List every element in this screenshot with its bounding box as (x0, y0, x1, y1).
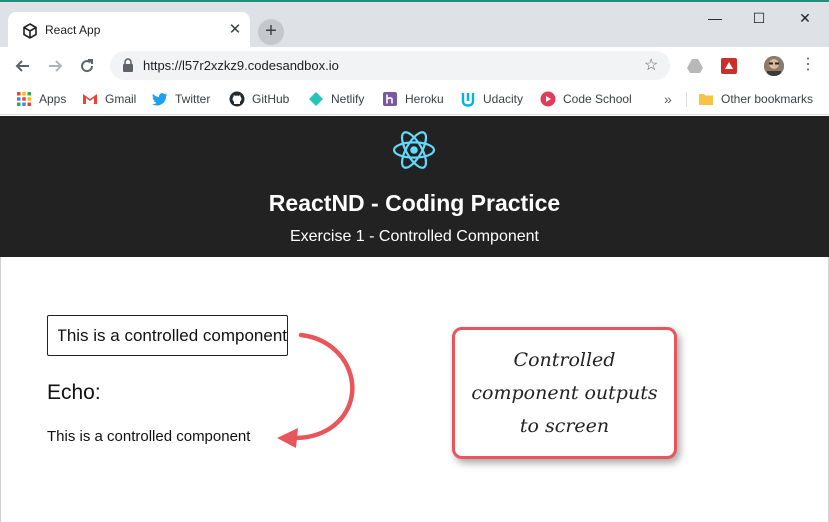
udacity-icon (461, 93, 475, 107)
bookmark-heroku[interactable]: Heroku (382, 89, 444, 109)
back-button[interactable] (10, 53, 36, 79)
address-bar[interactable]: https://l57r2xzkz9.codesandbox.io ☆ (110, 51, 670, 80)
bookmark-label: Twitter (175, 92, 211, 106)
callout-line: Controlled (513, 348, 616, 371)
bookmark-label: Apps (39, 92, 67, 106)
bookmarks-separator (686, 92, 687, 107)
app-header: ReactND - Coding Practice Exercise 1 - C… (0, 116, 829, 257)
netlify-icon (309, 92, 323, 106)
reload-button[interactable] (74, 53, 100, 79)
callout-line: to screen (519, 414, 610, 437)
annotation-callout: Controlled component outputs to screen (452, 327, 677, 459)
profile-avatar[interactable] (764, 56, 784, 76)
bookmark-gmail[interactable]: Gmail (82, 89, 136, 109)
browser-toolbar: https://l57r2xzkz9.codesandbox.io ☆ ⋮ (0, 47, 829, 84)
callout-line: component outputs (471, 381, 658, 404)
echo-output: This is a controlled component (47, 428, 251, 445)
bookmark-star-icon[interactable]: ☆ (644, 55, 658, 75)
codesandbox-icon (23, 23, 37, 39)
other-bookmarks-label: Other bookmarks (721, 92, 814, 106)
url-text: https://l57r2xzkz9.codesandbox.io (143, 58, 339, 73)
heroku-icon (383, 92, 397, 106)
echo-label: Echo: (47, 381, 101, 404)
tab-close-icon[interactable]: ✕ (226, 21, 244, 39)
bookmark-code-school[interactable]: Code School (540, 89, 632, 109)
more-bookmarks-icon[interactable]: » (664, 89, 672, 109)
tab-title: React App (45, 23, 101, 37)
code-school-icon (540, 91, 556, 107)
bookmark-label: GitHub (252, 92, 290, 106)
page-title: ReactND - Coding Practice (268, 190, 561, 216)
annotation-arrow (277, 332, 355, 448)
minimize-icon[interactable]: — (700, 8, 730, 28)
bookmark-udacity[interactable]: Udacity (460, 89, 523, 109)
maximize-icon[interactable]: ☐ (744, 8, 774, 28)
bookmarks-bar: Apps Gmail Twitter GitHub Netlify Heroku (0, 84, 829, 115)
back-arrow-icon (15, 60, 29, 72)
github-icon (229, 91, 245, 107)
react-logo-icon (392, 131, 436, 169)
new-tab-button[interactable]: + (258, 19, 284, 45)
folder-icon (699, 94, 713, 105)
apps-grid-icon (17, 92, 31, 106)
callout-text: Controlled component outputs to screen (460, 344, 670, 443)
bookmark-github[interactable]: GitHub (229, 89, 289, 109)
other-bookmarks[interactable]: Other bookmarks (698, 89, 813, 109)
browser-titlebar: React App ✕ + — ☐ ✕ (0, 0, 829, 49)
bookmark-label: Netlify (331, 92, 365, 106)
bookmark-twitter[interactable]: Twitter (152, 89, 210, 109)
bookmark-label: Code School (563, 92, 632, 106)
bookmark-label: Heroku (405, 92, 444, 106)
bookmark-label: Udacity (483, 92, 524, 106)
reload-icon (81, 59, 94, 73)
close-window-icon[interactable]: ✕ (790, 8, 820, 28)
bookmark-label: Gmail (105, 92, 137, 106)
bookmark-netlify[interactable]: Netlify (308, 89, 364, 109)
twitter-icon (152, 93, 167, 106)
lock-icon (123, 58, 133, 72)
google-drive-icon[interactable] (686, 57, 704, 75)
gmail-icon (83, 94, 97, 104)
app-content: Echo: This is a controlled component Con… (0, 257, 829, 522)
browser-tab[interactable]: React App ✕ (8, 12, 250, 49)
controlled-text-input[interactable] (47, 315, 288, 356)
forward-button[interactable] (42, 53, 68, 79)
browser-menu-icon[interactable]: ⋮ (800, 55, 816, 75)
forward-arrow-icon (49, 60, 63, 72)
bookmark-apps[interactable]: Apps (16, 89, 66, 109)
page-subtitle: Exercise 1 - Controlled Component (289, 228, 539, 245)
extension-icon[interactable] (720, 57, 738, 75)
profile-photo-icon (764, 56, 784, 76)
